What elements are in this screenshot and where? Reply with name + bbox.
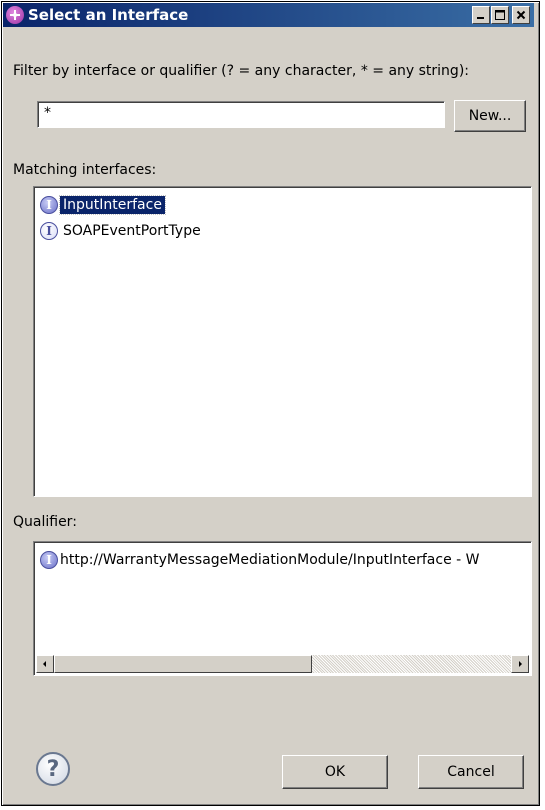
qualifier-label: Qualifier: [13,514,77,530]
cancel-button[interactable]: Cancel [418,755,524,789]
interface-icon: I [40,222,58,240]
list-item-label: SOAPEventPortType [63,223,201,239]
close-button[interactable] [512,6,530,24]
list-item-label: InputInterface [59,195,166,215]
maximize-icon [495,10,505,20]
scroll-left-button[interactable] [36,655,54,673]
interface-icon: I [40,551,58,569]
horizontal-scrollbar[interactable] [36,655,529,673]
help-icon[interactable]: ? [36,752,70,786]
matching-interfaces-list[interactable]: I InputInterface I SOAPEventPortType [33,186,532,497]
list-item[interactable]: I http://WarrantyMessageMediationModule/… [40,549,482,571]
interface-icon: I [40,196,58,214]
filter-input-value: * [44,105,51,121]
scroll-right-button[interactable] [511,655,529,673]
scroll-right-icon [519,661,522,667]
app-icon [6,6,24,24]
close-icon [516,10,526,20]
qualifier-list[interactable]: I http://WarrantyMessageMediationModule/… [33,541,532,676]
maximize-button[interactable] [491,6,509,24]
filter-label: Filter by interface or qualifier (? = an… [13,63,469,79]
list-item-label: http://WarrantyMessageMediationModule/In… [60,552,480,568]
minimize-button[interactable] [472,6,490,24]
minimize-icon [477,17,484,19]
scroll-left-icon [43,661,46,667]
title-bar[interactable]: Select an Interface [3,3,534,27]
matching-interfaces-label: Matching interfaces: [13,162,157,178]
list-item[interactable]: I SOAPEventPortType [40,220,204,242]
list-item[interactable]: I InputInterface [40,194,166,216]
scrollbar-thumb[interactable] [54,655,312,673]
ok-button[interactable]: OK [282,755,388,789]
new-button[interactable]: New... [454,100,526,132]
filter-input[interactable]: * [37,101,445,128]
window-title: Select an Interface [28,6,189,24]
